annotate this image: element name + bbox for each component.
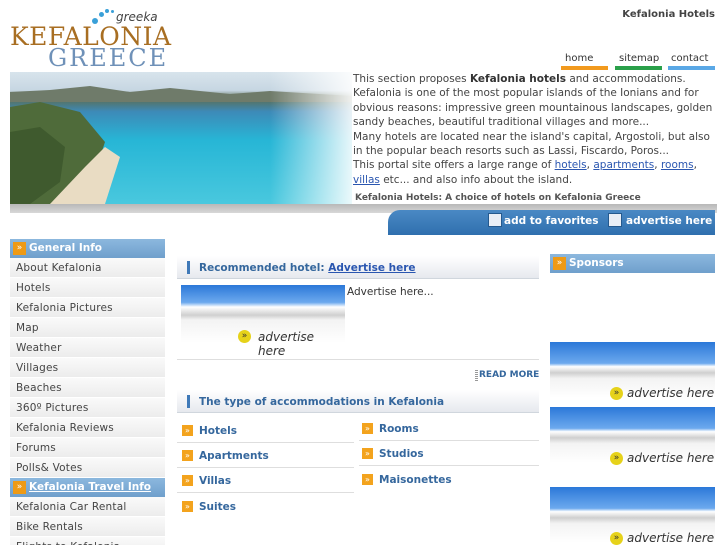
link-hotels[interactable]: hotels: [555, 159, 587, 171]
left-sidebar: » General Info About Kefalonia Hotels Ke…: [10, 239, 165, 545]
nav-contact[interactable]: contact: [671, 53, 708, 64]
hero-action-tab: add to favorites advertise here: [388, 210, 715, 235]
site-header: greeka KEFALONIA GREECE Kefalonia Hotels…: [0, 0, 727, 72]
read-more-link[interactable]: READ MORE: [479, 370, 539, 380]
sponsor-ad-3[interactable]: » advertise here: [550, 487, 715, 545]
sponsor-ad-1[interactable]: » advertise here: [550, 342, 715, 400]
chevron-down-icon: »: [553, 257, 566, 270]
sidebar-item-weather[interactable]: Weather: [10, 338, 165, 358]
logo-subtitle[interactable]: GREECE: [48, 44, 168, 72]
arrow-icon: »: [362, 423, 373, 434]
top-nav: home sitemap contact: [561, 53, 719, 71]
sidebar-item-bike-rentals[interactable]: Bike Rentals: [10, 517, 165, 537]
hero-description: This section proposes Kefalonia hotels a…: [353, 73, 713, 186]
sidebar-item-reviews[interactable]: Kefalonia Reviews: [10, 418, 165, 438]
arrow-icon: »: [610, 387, 623, 400]
favorites-icon: [488, 213, 502, 227]
accommodation-types-header: The type of accommodations in Kefalonia: [177, 390, 539, 413]
ad-button[interactable]: advertise here: [258, 330, 345, 358]
sponsor-ad-2[interactable]: » advertise here: [550, 407, 715, 465]
advertise-here-link[interactable]: Advertise here: [328, 262, 415, 274]
sidebar-item-hotels[interactable]: Hotels: [10, 278, 165, 298]
arrow-icon: »: [610, 532, 623, 545]
arrow-icon: »: [182, 475, 193, 486]
type-apartments-link[interactable]: Apartments: [199, 450, 269, 462]
type-suites-link[interactable]: Suites: [199, 501, 236, 513]
sidebar-item-pictures[interactable]: Kefalonia Pictures: [10, 298, 165, 318]
travel-info-header[interactable]: » Kefalonia Travel Info: [10, 478, 165, 497]
type-villas-link[interactable]: Villas: [199, 475, 231, 487]
sidebar-item-forums[interactable]: Forums: [10, 438, 165, 458]
sidebar-item-polls[interactable]: Polls& Votes: [10, 458, 165, 478]
link-apartments[interactable]: apartments: [593, 159, 654, 171]
chevron-down-icon: »: [13, 242, 26, 255]
arrow-icon: »: [362, 448, 373, 459]
sponsor-ad-button[interactable]: advertise here: [627, 386, 714, 400]
sidebar-item-beaches[interactable]: Beaches: [10, 378, 165, 398]
sponsors-header: » Sponsors: [550, 254, 715, 273]
hero-section: This section proposes Kefalonia hotels a…: [0, 72, 727, 235]
arrow-icon: »: [362, 474, 373, 485]
sidebar-item-car-rental[interactable]: Kefalonia Car Rental: [10, 497, 165, 517]
chevron-down-icon: »: [13, 481, 26, 494]
nav-contact-bar: [668, 66, 715, 70]
sidebar-item-villages[interactable]: Villages: [10, 358, 165, 378]
readmore-icon: [475, 370, 478, 382]
arrow-icon: »: [238, 330, 251, 343]
recommended-hotel-header: Recommended hotel: Advertise here: [177, 256, 539, 279]
kefalonia-beach-photo: [10, 72, 352, 204]
arrow-icon: »: [182, 450, 193, 461]
link-villas[interactable]: villas: [353, 174, 380, 186]
sponsor-ad-button[interactable]: advertise here: [627, 531, 714, 545]
sidebar-item-map[interactable]: Map: [10, 318, 165, 338]
hero-keyword: Kefalonia hotels: [469, 73, 566, 85]
hero-caption: Kefalonia Hotels: A choice of hotels on …: [355, 193, 641, 203]
type-studios-link[interactable]: Studios: [379, 448, 424, 460]
sidebar-item-flights[interactable]: Flights to Kefalonia: [10, 537, 165, 545]
sidebar-item-about[interactable]: About Kefalonia: [10, 258, 165, 278]
type-rooms-link[interactable]: Rooms: [379, 423, 419, 435]
general-info-header: » General Info: [10, 239, 165, 258]
link-rooms[interactable]: rooms: [661, 159, 694, 171]
arrow-icon: »: [610, 452, 623, 465]
arrow-icon: »: [182, 425, 193, 436]
page-title: Kefalonia Hotels: [622, 9, 715, 20]
right-column: » Sponsors » advertise here » advertise …: [550, 254, 715, 545]
type-maisonettes-link[interactable]: Maisonettes: [379, 474, 452, 486]
type-hotels-link[interactable]: Hotels: [199, 425, 237, 437]
advertise-here-link[interactable]: advertise here: [626, 215, 712, 227]
ad-text: Advertise here...: [347, 286, 434, 298]
add-to-favorites-link[interactable]: add to favorites: [504, 215, 599, 227]
arrow-icon: »: [182, 501, 193, 512]
nav-home[interactable]: home: [565, 53, 593, 64]
ad-banner[interactable]: » advertise here: [181, 285, 345, 358]
main-content: Recommended hotel: Advertise here » adve…: [169, 239, 547, 545]
sidebar-item-360[interactable]: 360º Pictures: [10, 398, 165, 418]
sponsor-ad-button[interactable]: advertise here: [627, 451, 714, 465]
advertise-icon: [608, 213, 622, 227]
nav-home-bar: [561, 66, 608, 70]
nav-sitemap[interactable]: sitemap: [619, 53, 659, 64]
nav-sitemap-bar: [615, 66, 662, 70]
